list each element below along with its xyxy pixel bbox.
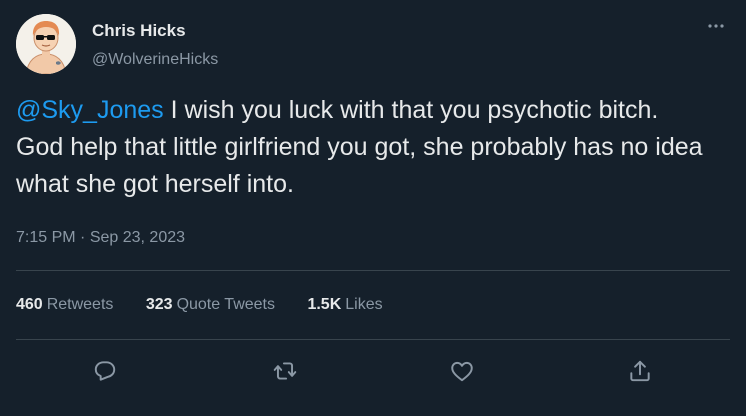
author-handle[interactable]: @WolverineHicks (92, 51, 218, 69)
tweet-time[interactable]: 7:15 PM (16, 229, 76, 246)
tweet-timestamp: 7:15 PM · Sep 23, 2023 (16, 229, 185, 247)
like-icon[interactable] (446, 355, 478, 387)
stat-quote-tweets[interactable]: 323 Quote Tweets (146, 296, 275, 314)
avatar-cartoon-image (16, 14, 76, 74)
likes-label: Likes (345, 296, 383, 313)
tweet-detail: Chris Hicks @WolverineHicks @Sky_Jones I… (0, 0, 746, 416)
meta-separator: · (75, 229, 90, 246)
stat-retweets[interactable]: 460 Retweets (16, 296, 113, 314)
reply-icon[interactable] (89, 355, 121, 387)
retweets-label: Retweets (46, 296, 114, 313)
likes-count: 1.5K (307, 296, 342, 313)
avatar[interactable] (16, 14, 76, 74)
author-display-name[interactable]: Chris Hicks (92, 21, 186, 41)
quote-tweets-label: Quote Tweets (176, 296, 275, 313)
retweet-icon[interactable] (269, 355, 301, 387)
more-options-icon[interactable] (700, 14, 732, 40)
tweet-date[interactable]: Sep 23, 2023 (90, 229, 185, 246)
tweet-text: @Sky_Jones I wish you luck with that you… (16, 92, 706, 203)
stat-likes[interactable]: 1.5K Likes (307, 296, 382, 314)
divider (16, 339, 730, 340)
retweets-count: 460 (16, 296, 43, 313)
engagement-stats: 460 Retweets 323 Quote Tweets 1.5K Likes (16, 296, 411, 314)
quote-tweets-count: 323 (145, 296, 173, 313)
mention-link[interactable]: @Sky_Jones (16, 96, 164, 124)
share-icon[interactable] (624, 355, 656, 387)
divider (16, 270, 730, 271)
